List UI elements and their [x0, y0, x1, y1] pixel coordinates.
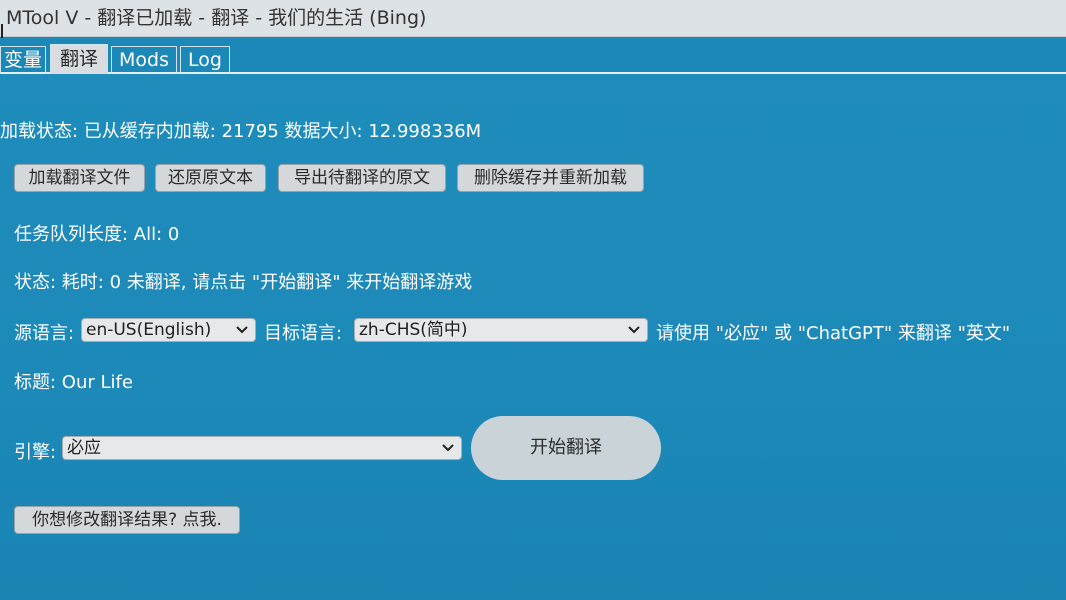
- target-language-label: 目标语言:: [264, 323, 343, 344]
- tab-bar: 变量 翻译 Mods Log: [0, 38, 1066, 74]
- engine-select[interactable]: 必应: [62, 436, 462, 460]
- edit-translation-results-button[interactable]: 你想修改翻译结果? 点我.: [14, 506, 240, 534]
- language-hint-text: 请使用 "必应" 或 "ChatGPT" 来翻译 "英文": [656, 323, 1011, 344]
- translate-panel: 加载状态: 已从缓存内加载: 21795 数据大小: 12.998336M 加载…: [0, 74, 1066, 600]
- chevron-down-icon: [628, 326, 640, 334]
- source-language-label: 源语言:: [14, 323, 75, 344]
- engine-label: 引擎:: [14, 442, 57, 463]
- export-untranslated-button[interactable]: 导出待翻译的原文: [278, 164, 446, 192]
- tab-mods-label: Mods: [119, 49, 169, 71]
- tab-variables[interactable]: 变量: [0, 46, 46, 74]
- tab-translate-label: 翻译: [59, 48, 98, 70]
- load-status-text: 加载状态: 已从缓存内加载: 21795 数据大小: 12.998336M: [0, 121, 482, 142]
- tab-log-label: Log: [188, 49, 222, 71]
- delete-cache-reload-button[interactable]: 删除缓存并重新加载: [457, 164, 644, 192]
- tab-mods[interactable]: Mods: [111, 46, 177, 74]
- tab-translate[interactable]: 翻译: [50, 44, 108, 74]
- window-title: MTool V - 翻译已加载 - 翻译 - 我们的生活 (Bing): [6, 7, 427, 29]
- target-language-select[interactable]: zh-CHS(简中): [354, 318, 648, 342]
- source-language-select[interactable]: en-US(English): [81, 318, 256, 342]
- status-text: 状态: 耗时: 0 未翻译, 请点击 "开始翻译" 来开始翻译游戏: [14, 272, 473, 293]
- source-language-value: en-US(English): [86, 320, 212, 340]
- tab-variables-label: 变量: [3, 49, 42, 71]
- load-translation-file-button[interactable]: 加载翻译文件: [14, 164, 145, 192]
- chevron-down-icon: [442, 444, 454, 452]
- target-language-value: zh-CHS(简中): [359, 320, 468, 340]
- chevron-down-icon: [236, 326, 248, 334]
- engine-value: 必应: [67, 438, 101, 458]
- restore-original-text-button[interactable]: 还原原文本: [155, 164, 266, 192]
- game-title-text: 标题: Our Life: [14, 372, 133, 393]
- window-titlebar: MTool V - 翻译已加载 - 翻译 - 我们的生活 (Bing): [0, 0, 1066, 37]
- queue-length-text: 任务队列长度: All: 0: [14, 224, 180, 245]
- start-translation-button[interactable]: 开始翻译: [471, 416, 661, 480]
- tab-log[interactable]: Log: [180, 46, 230, 74]
